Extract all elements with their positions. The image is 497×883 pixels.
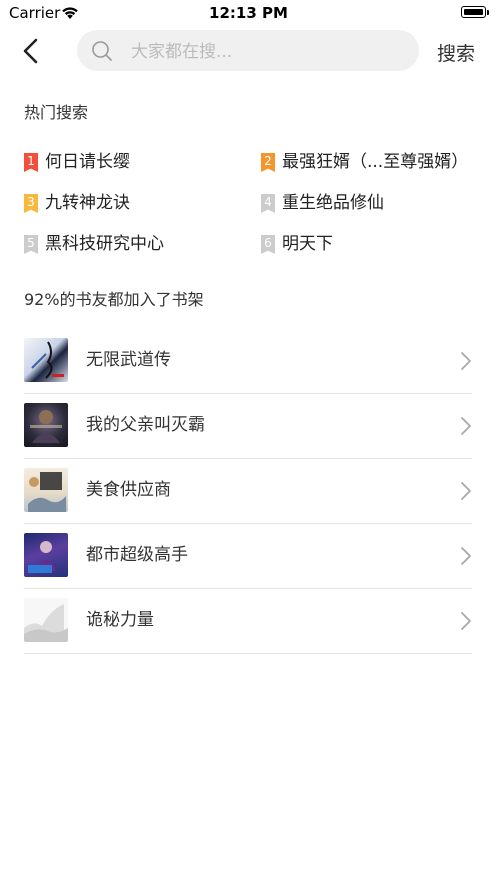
- rank-badge: 2: [261, 153, 275, 172]
- rank-badge: 3: [24, 194, 38, 213]
- hot-search-label: 明天下: [282, 234, 333, 254]
- clock: 12:13 PM: [209, 4, 288, 22]
- chevron-right-icon: [461, 482, 471, 500]
- book-row[interactable]: 诡秘力量: [24, 589, 472, 654]
- hot-search-label: 最强狂婿（...至尊强婿）: [282, 152, 469, 172]
- book-cover: [24, 598, 68, 642]
- hot-search-label: 九转神龙诀: [45, 193, 130, 213]
- book-row[interactable]: 美食供应商: [24, 459, 472, 524]
- book-row[interactable]: 无限武道传: [24, 329, 472, 394]
- search-icon: [92, 41, 112, 61]
- hot-search-label: 重生绝品修仙: [282, 193, 384, 213]
- shelf-title: 92%的书友都加入了书架: [24, 290, 204, 309]
- chevron-right-icon: [461, 417, 471, 435]
- book-row[interactable]: 我的父亲叫灭霸: [24, 394, 472, 459]
- hot-search-label: 黑科技研究中心: [45, 234, 164, 254]
- chevron-right-icon: [461, 612, 471, 630]
- rank-badge: 4: [261, 194, 275, 213]
- book-title: 诡秘力量: [86, 610, 154, 630]
- search-box[interactable]: [77, 30, 419, 73]
- battery-icon: [461, 6, 486, 18]
- divider: [24, 653, 472, 654]
- back-chevron-icon[interactable]: [16, 36, 46, 66]
- book-cover: [24, 533, 68, 577]
- search-input[interactable]: [129, 30, 403, 73]
- battery-tip: [487, 10, 489, 15]
- book-cover: [24, 403, 68, 447]
- rank-badge: 5: [24, 235, 38, 254]
- rank-badge: 6: [261, 235, 275, 254]
- book-title: 美食供应商: [86, 480, 171, 500]
- book-title: 我的父亲叫灭霸: [86, 415, 205, 435]
- chevron-right-icon: [461, 352, 471, 370]
- book-cover: [24, 468, 68, 512]
- rank-badge: 1: [24, 153, 38, 172]
- book-title: 无限武道传: [86, 350, 171, 370]
- status-bar: Carrier 12:13 PM: [0, 0, 497, 26]
- book-title: 都市超级高手: [86, 545, 188, 565]
- chevron-right-icon: [461, 547, 471, 565]
- hot-search-label: 何日请长缨: [45, 152, 130, 172]
- search-button[interactable]: 搜索: [437, 39, 475, 66]
- book-row[interactable]: 都市超级高手: [24, 524, 472, 589]
- hot-search-title: 热门搜索: [24, 103, 89, 122]
- book-cover: [24, 338, 68, 382]
